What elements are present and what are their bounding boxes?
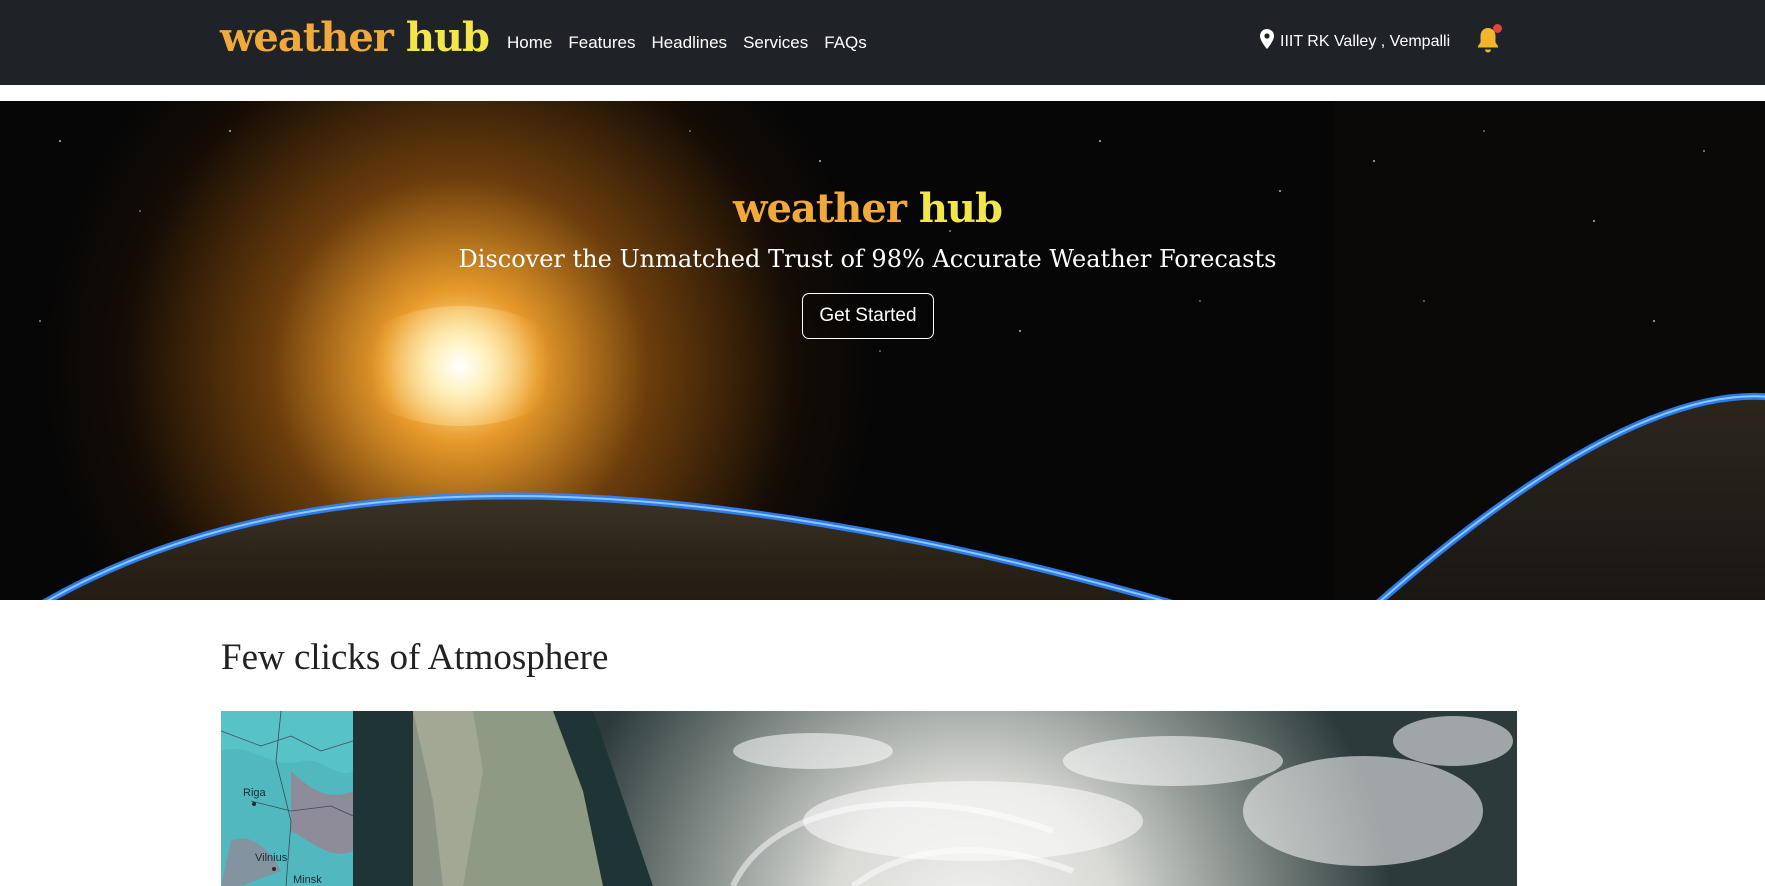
- hero-title-weather: weather: [733, 185, 907, 232]
- get-started-button[interactable]: Get Started: [802, 293, 934, 339]
- hero-title: weather hub: [0, 185, 1735, 232]
- unread-indicator: [1493, 24, 1502, 33]
- hero-earth-image: [0, 101, 1334, 600]
- hero-title-hub: hub: [918, 185, 1003, 232]
- hero-subtitle: Discover the Unmatched Trust of 98% Accu…: [458, 245, 1277, 273]
- notifications-button[interactable]: [1476, 24, 1502, 54]
- brand-logo[interactable]: weather hub: [220, 14, 490, 61]
- map-label-vilnius: Vilnius: [255, 852, 288, 864]
- nav-link-faqs[interactable]: FAQs: [824, 33, 867, 53]
- nav-link-features[interactable]: Features: [568, 33, 635, 53]
- nav-link-home[interactable]: Home: [507, 33, 552, 53]
- brand-word-hub: hub: [405, 14, 490, 61]
- main-nav: Home Features Headlines Services FAQs: [507, 33, 867, 53]
- brand-word-weather: weather: [220, 14, 394, 61]
- atmosphere-heading: Few clicks of Atmosphere: [221, 637, 609, 678]
- weather-map-thumbnail[interactable]: Riga Vilnius Minsk: [221, 711, 353, 886]
- nav-link-services[interactable]: Services: [743, 33, 808, 53]
- location-text: IIIT RK Valley , Vempalli: [1280, 32, 1451, 50]
- location-display[interactable]: IIIT RK Valley , Vempalli: [1260, 29, 1450, 54]
- nav-link-headlines[interactable]: Headlines: [651, 33, 727, 53]
- map-label-riga: Riga: [243, 787, 266, 799]
- cyclone-satellite-image[interactable]: [353, 711, 1517, 886]
- map-pin-icon: [1260, 29, 1274, 54]
- top-navbar: weather hub Home Features Headlines Serv…: [0, 0, 1765, 85]
- atmosphere-gallery: Riga Vilnius Minsk: [221, 711, 1517, 886]
- hero-earth-image-repeat: [1334, 101, 1765, 600]
- hero-banner: weather hub Discover the Unmatched Trust…: [0, 101, 1765, 600]
- map-label-minsk: Minsk: [293, 874, 322, 886]
